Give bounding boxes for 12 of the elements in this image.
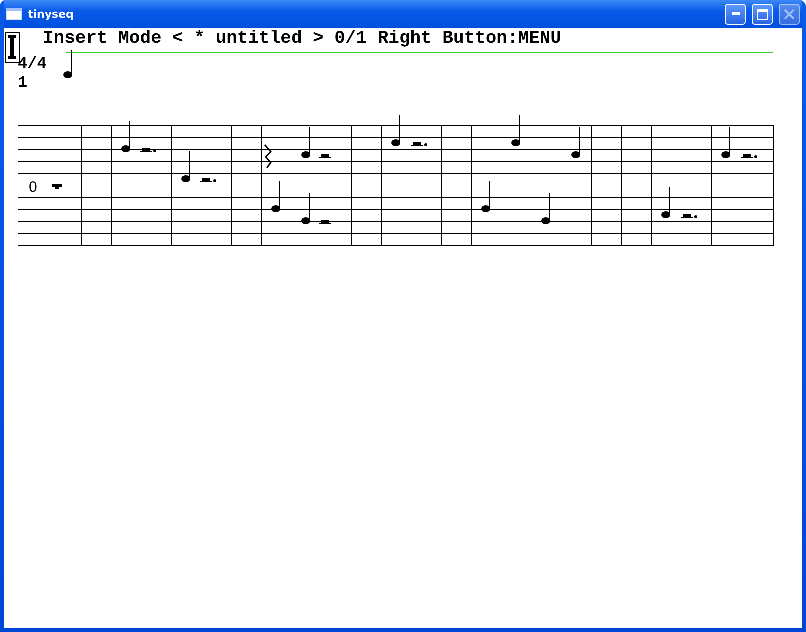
- maximize-icon: [757, 8, 768, 20]
- close-icon: [784, 8, 795, 20]
- maximize-button[interactable]: [752, 4, 773, 24]
- minimize-button[interactable]: [725, 4, 746, 24]
- insert-cursor-icon: [5, 32, 20, 63]
- time-signature: 4/4: [18, 55, 47, 73]
- window-title: tinyseq: [28, 8, 75, 20]
- app-icon: [6, 8, 22, 20]
- minimize-icon: [732, 12, 740, 16]
- status-text: Insert Mode < * untitled > 0/1 Right Button:MENU: [43, 29, 562, 49]
- track-label: 0: [29, 179, 38, 196]
- measure-number: 1: [18, 74, 28, 92]
